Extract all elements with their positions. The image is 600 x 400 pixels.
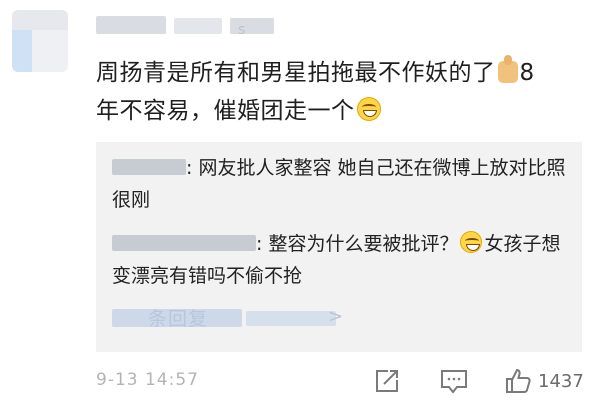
comment-icon bbox=[441, 370, 467, 394]
chevron-right-icon[interactable]: > bbox=[328, 306, 343, 327]
more-replies-label: 条回复 bbox=[148, 308, 209, 330]
replies-box: : 网友批人家整容 她自己还在微博上放对比照 很刚 : 整容为什么要被批评？ 女孩… bbox=[96, 142, 582, 352]
grin-emoji-icon bbox=[356, 97, 381, 121]
reply-item[interactable]: : 整容为什么要被批评？ 女孩子想变漂亮有错吗不偷不抢 bbox=[112, 228, 574, 292]
share-icon bbox=[376, 370, 398, 392]
like-count: 1437 bbox=[538, 370, 584, 392]
thumbs-up-icon bbox=[506, 368, 531, 393]
commenter-name-redacted[interactable] bbox=[96, 14, 296, 38]
comment-button[interactable] bbox=[440, 366, 468, 396]
commenter-name-tail: s bbox=[238, 22, 246, 38]
reply-item[interactable]: : 网友批人家整容 她自己还在微博上放对比照 很刚 bbox=[112, 152, 574, 216]
avatar-blur-right bbox=[32, 30, 68, 72]
like-button[interactable]: 1437 bbox=[504, 366, 584, 396]
reply-author-redacted[interactable] bbox=[112, 159, 186, 175]
reply-separator: : bbox=[186, 157, 193, 179]
more-blur-2 bbox=[246, 311, 336, 326]
thumbs-up-icon bbox=[497, 55, 518, 83]
comment-line1-end: 8 bbox=[519, 60, 535, 86]
comment-text: 周扬青是所有和男星拍拖最不作妖的了 8 年不容易，催婚团走一个 bbox=[96, 54, 556, 130]
reply-text: 整容为什么要被批评？ bbox=[268, 233, 459, 255]
commenter-avatar[interactable] bbox=[12, 10, 68, 72]
name-blur-3 bbox=[230, 18, 274, 34]
share-button[interactable] bbox=[374, 366, 400, 396]
reply-separator: : bbox=[256, 233, 263, 255]
comment-line1: 周扬青是所有和男星拍拖最不作妖的了 bbox=[96, 60, 496, 86]
comment-line2: 年不容易，催婚团走一个 bbox=[96, 98, 355, 124]
reply-author-redacted[interactable] bbox=[112, 235, 256, 251]
comment-timestamp: 9-13 14:57 bbox=[96, 370, 199, 390]
avatar-blur-left bbox=[12, 30, 32, 72]
sweat-smile-emoji-icon bbox=[460, 231, 483, 253]
name-blur-1 bbox=[96, 16, 166, 34]
name-blur-2 bbox=[174, 18, 222, 34]
avatar-blur-top bbox=[12, 10, 68, 30]
